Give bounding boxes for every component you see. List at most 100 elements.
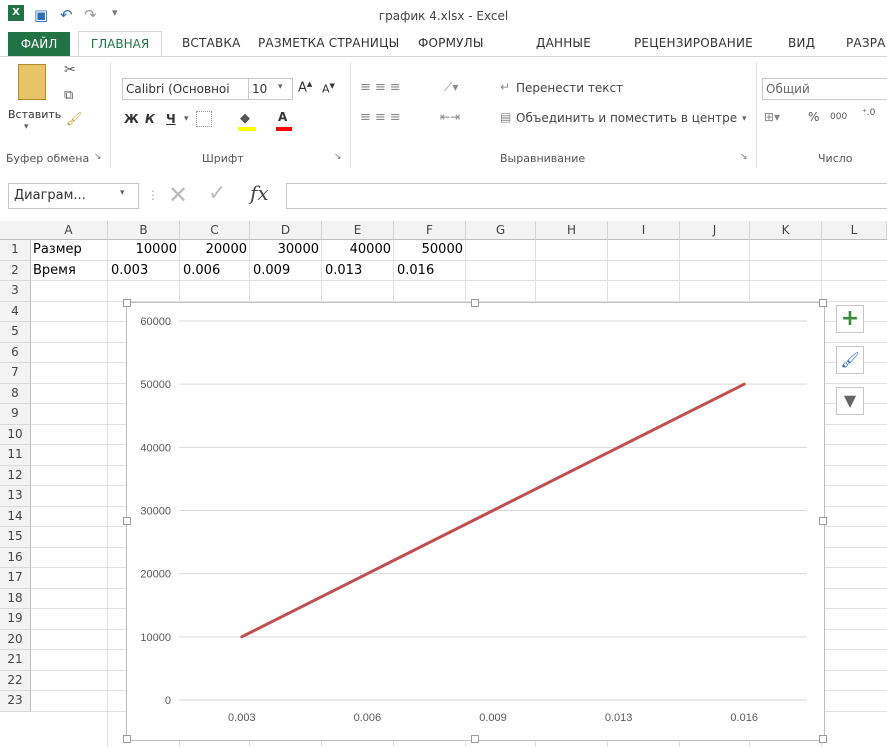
chart-filters-button[interactable]: ▼	[836, 387, 864, 415]
row-header-19[interactable]: 19	[0, 609, 31, 630]
row-header-21[interactable]: 21	[0, 650, 31, 671]
underline-button[interactable]: Ч	[166, 112, 176, 126]
row-header-13[interactable]: 13	[0, 486, 31, 507]
row-header-15[interactable]: 15	[0, 527, 31, 548]
cell-d2[interactable]: 0.009	[250, 261, 322, 281]
column-header-c[interactable]: C	[180, 221, 250, 240]
row-header-1[interactable]: 1	[0, 240, 31, 261]
format-painter-icon[interactable]: 🖌	[66, 112, 83, 127]
column-header-e[interactable]: E	[322, 221, 394, 240]
insert-function-icon[interactable]: fx	[250, 181, 269, 205]
enter-icon[interactable]: ✓	[208, 181, 226, 206]
paste-dropdown-icon[interactable]: ▾	[24, 122, 29, 132]
chart-resize-handle[interactable]	[819, 299, 827, 307]
paste-icon[interactable]	[18, 64, 46, 100]
column-header-a[interactable]: A	[30, 221, 108, 240]
column-header-j[interactable]: J	[680, 221, 750, 240]
merge-dropdown-icon[interactable]: ▾	[742, 114, 747, 124]
cell-c2[interactable]: 0.006	[180, 261, 250, 281]
column-header-f[interactable]: F	[394, 221, 466, 240]
font-launcher-icon[interactable]: ↘	[334, 152, 342, 162]
borders-icon[interactable]	[196, 111, 212, 127]
italic-button[interactable]: К	[145, 112, 155, 126]
paste-label[interactable]: Вставить	[8, 108, 61, 121]
top-align-icon[interactable]: ≡≡≡	[360, 80, 405, 95]
cancel-icon[interactable]: ✕	[168, 181, 188, 209]
horizontal-align-icon[interactable]: ≡≡≡	[360, 110, 405, 125]
row-header-2[interactable]: 2	[0, 260, 31, 281]
clipboard-launcher-icon[interactable]: ↘	[94, 152, 102, 162]
decrease-font-icon[interactable]: A▼	[322, 82, 335, 96]
orientation-icon[interactable]: ⟋▾	[444, 80, 458, 95]
row-header-4[interactable]: 4	[0, 301, 31, 322]
percent-button[interactable]: %	[808, 110, 819, 124]
currency-icon[interactable]: ⊞▾	[764, 110, 780, 124]
increase-font-icon[interactable]: A▲	[298, 80, 312, 95]
wrap-text-icon[interactable]: ↵	[500, 80, 510, 94]
row-header-8[interactable]: 8	[0, 383, 31, 404]
row-header-7[interactable]: 7	[0, 363, 31, 384]
chart-styles-button[interactable]: 🖌	[836, 346, 864, 374]
select-all-corner[interactable]	[0, 221, 31, 240]
column-header-i[interactable]: I	[608, 221, 680, 240]
formula-input[interactable]	[286, 183, 887, 209]
font-size-dropdown-icon[interactable]: ▾	[278, 82, 283, 92]
font-color-icon[interactable]: A	[278, 110, 287, 124]
row-header-17[interactable]: 17	[0, 568, 31, 589]
cell-d1[interactable]: 30000	[250, 240, 322, 260]
merge-center-button[interactable]: Объединить и поместить в центре	[516, 111, 737, 125]
copy-icon[interactable]: ⧉	[64, 88, 73, 103]
column-header-g[interactable]: G	[466, 221, 536, 240]
row-header-14[interactable]: 14	[0, 506, 31, 527]
column-header-b[interactable]: B	[108, 221, 180, 240]
cell-a1[interactable]: Размер	[30, 240, 108, 260]
increase-decimal-icon[interactable]: ⁺.0	[862, 108, 875, 118]
cell-e2[interactable]: 0.013	[322, 261, 394, 281]
wrap-text-button[interactable]: Перенести текст	[516, 81, 623, 95]
cell-a2[interactable]: Время	[30, 261, 108, 281]
cut-icon[interactable]: ✂	[64, 62, 76, 78]
cell-c1[interactable]: 20000	[180, 240, 250, 260]
name-box-dropdown-icon[interactable]: ▾	[120, 188, 125, 198]
number-format-select[interactable]: Общий	[762, 78, 887, 100]
chart-resize-handle[interactable]	[123, 517, 131, 525]
chart-resize-handle[interactable]	[471, 299, 479, 307]
tab-developer[interactable]: РАЗРА	[846, 36, 886, 50]
chart-resize-handle[interactable]	[819, 517, 827, 525]
chart-resize-handle[interactable]	[819, 735, 827, 743]
cell-b1[interactable]: 10000	[108, 240, 180, 260]
column-header-k[interactable]: K	[750, 221, 822, 240]
indent-icon[interactable]: ⇤⇥	[440, 110, 460, 124]
merge-center-icon[interactable]: ▤	[500, 110, 511, 124]
font-name-select[interactable]: Calibri (Основноі	[122, 78, 249, 100]
row-header-11[interactable]: 11	[0, 445, 31, 466]
row-header-5[interactable]: 5	[0, 322, 31, 343]
bold-button[interactable]: Ж	[124, 112, 139, 126]
row-header-23[interactable]: 23	[0, 691, 31, 712]
tab-review[interactable]: РЕЦЕНЗИРОВАНИЕ	[634, 36, 753, 50]
underline-dropdown-icon[interactable]: ▾	[184, 114, 189, 124]
chart-resize-handle[interactable]	[123, 299, 131, 307]
chart-area[interactable]: 0 10000 20000 30000 40000 50000 60000 0.003 0.00…	[126, 302, 825, 741]
row-header-20[interactable]: 20	[0, 629, 31, 650]
alignment-launcher-icon[interactable]: ↘	[740, 152, 748, 162]
row-header-22[interactable]: 22	[0, 670, 31, 691]
tab-page-layout[interactable]: РАЗМЕТКА СТРАНИЦЫ	[258, 36, 399, 50]
tab-insert[interactable]: ВСТАВКА	[182, 36, 241, 50]
cell-f2[interactable]: 0.016	[394, 261, 466, 281]
chart-resize-handle[interactable]	[123, 735, 131, 743]
column-header-d[interactable]: D	[250, 221, 322, 240]
cell-f1[interactable]: 50000	[394, 240, 466, 260]
row-header-9[interactable]: 9	[0, 404, 31, 425]
tab-formulas[interactable]: ФОРМУЛЫ	[418, 36, 484, 50]
row-header-16[interactable]: 16	[0, 547, 31, 568]
cell-e1[interactable]: 40000	[322, 240, 394, 260]
column-header-h[interactable]: H	[536, 221, 608, 240]
chart-elements-button[interactable]: +	[836, 305, 864, 333]
chart-resize-handle[interactable]	[471, 735, 479, 743]
thousands-button[interactable]: 000	[830, 112, 847, 122]
fill-color-icon[interactable]: ◆	[240, 111, 250, 126]
row-header-12[interactable]: 12	[0, 465, 31, 486]
tab-data[interactable]: ДАННЫЕ	[536, 36, 591, 50]
column-header-l[interactable]: L	[822, 221, 887, 240]
